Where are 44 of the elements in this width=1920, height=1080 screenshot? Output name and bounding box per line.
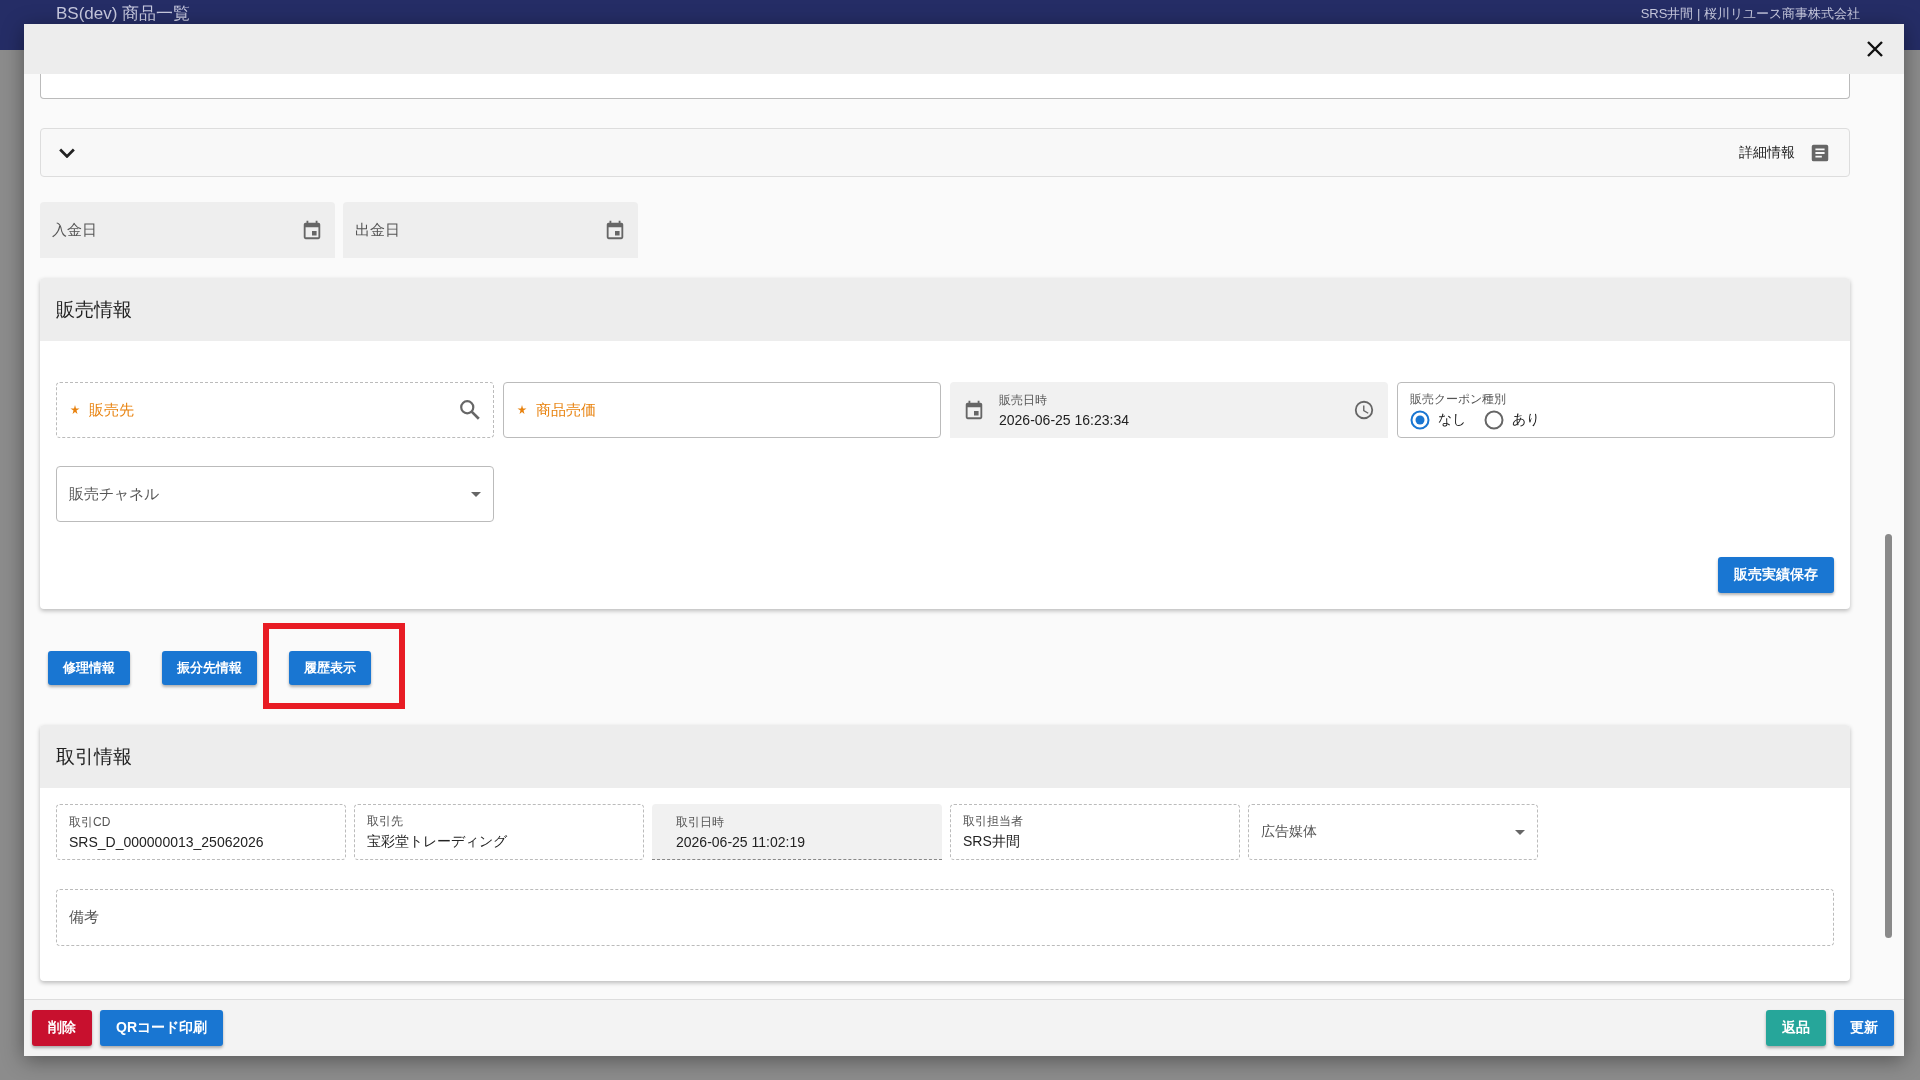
select-field[interactable]: 広告媒体 (1248, 804, 1538, 860)
footer-button[interactable]: 削除 (32, 1010, 92, 1046)
app-title: BS(dev) 商品一覧 (56, 3, 191, 25)
action-button[interactable]: 振分先情報 (162, 651, 257, 685)
field-value: 2026-06-25 16:23:34 (999, 412, 1130, 428)
close-icon (1866, 40, 1884, 58)
footer-button[interactable]: 更新 (1834, 1010, 1894, 1046)
clock-icon (1353, 399, 1375, 421)
text-field[interactable]: 取引先 宝彩堂トレーディング (354, 804, 644, 860)
date-field[interactable]: 出金日 (343, 202, 638, 258)
accordion-header[interactable]: 詳細情報 (40, 128, 1850, 177)
text-field[interactable]: 取引CD SRS_D_000000013_25062026 (56, 804, 346, 860)
footer-button[interactable]: QRコード印刷 (100, 1010, 223, 1046)
date-field[interactable]: 入金日 (40, 202, 335, 258)
save-button[interactable]: 販売実績保存 (1718, 557, 1834, 593)
search-icon (459, 399, 481, 421)
field-value: 2026-06-25 11:02:19 (676, 833, 806, 850)
field-label: 取引先 (367, 813, 404, 830)
calendar-icon (301, 219, 323, 241)
field-label: 販売先 (89, 400, 135, 420)
field-value: SRS井間 (963, 833, 1021, 851)
field-value: 宝彩堂トレーディング (367, 833, 508, 851)
action-button[interactable]: 修理情報 (48, 651, 130, 685)
user-name: SRS井間 | 桜川リユース商事株式会社 (1640, 5, 1860, 23)
field-label: 販売クーポン種別 (1410, 390, 1506, 408)
field-label: 販売日時 (999, 392, 1048, 409)
datetime-field[interactable]: 販売日時 2026-06-25 16:23:34 (950, 382, 1388, 438)
scrollbar-thumb[interactable] (1885, 534, 1892, 938)
section-title: 販売情報 (40, 278, 1850, 341)
accordion-label: 詳細情報 (1739, 143, 1795, 162)
radio-option[interactable]: なし (1410, 409, 1466, 430)
field-label: 取引CD (69, 814, 112, 831)
remarks-field[interactable]: 備考 (56, 889, 1834, 946)
calendar-icon (963, 399, 985, 421)
field-label: 取引日時 (676, 813, 725, 831)
radio-option[interactable]: あり (1484, 409, 1540, 430)
action-button[interactable]: 履歴表示 (289, 651, 371, 685)
section-title: 取引情報 (40, 725, 1850, 788)
field-value: SRS_D_000000013_25062026 (69, 834, 265, 850)
select-field[interactable]: 販売チャネル (56, 466, 494, 522)
field-label: 商品売価 (536, 400, 597, 420)
text-field[interactable]: 取引担当者 SRS井間 (950, 804, 1240, 860)
field-label: 取引担当者 (963, 813, 1024, 830)
calendar-icon (604, 219, 626, 241)
